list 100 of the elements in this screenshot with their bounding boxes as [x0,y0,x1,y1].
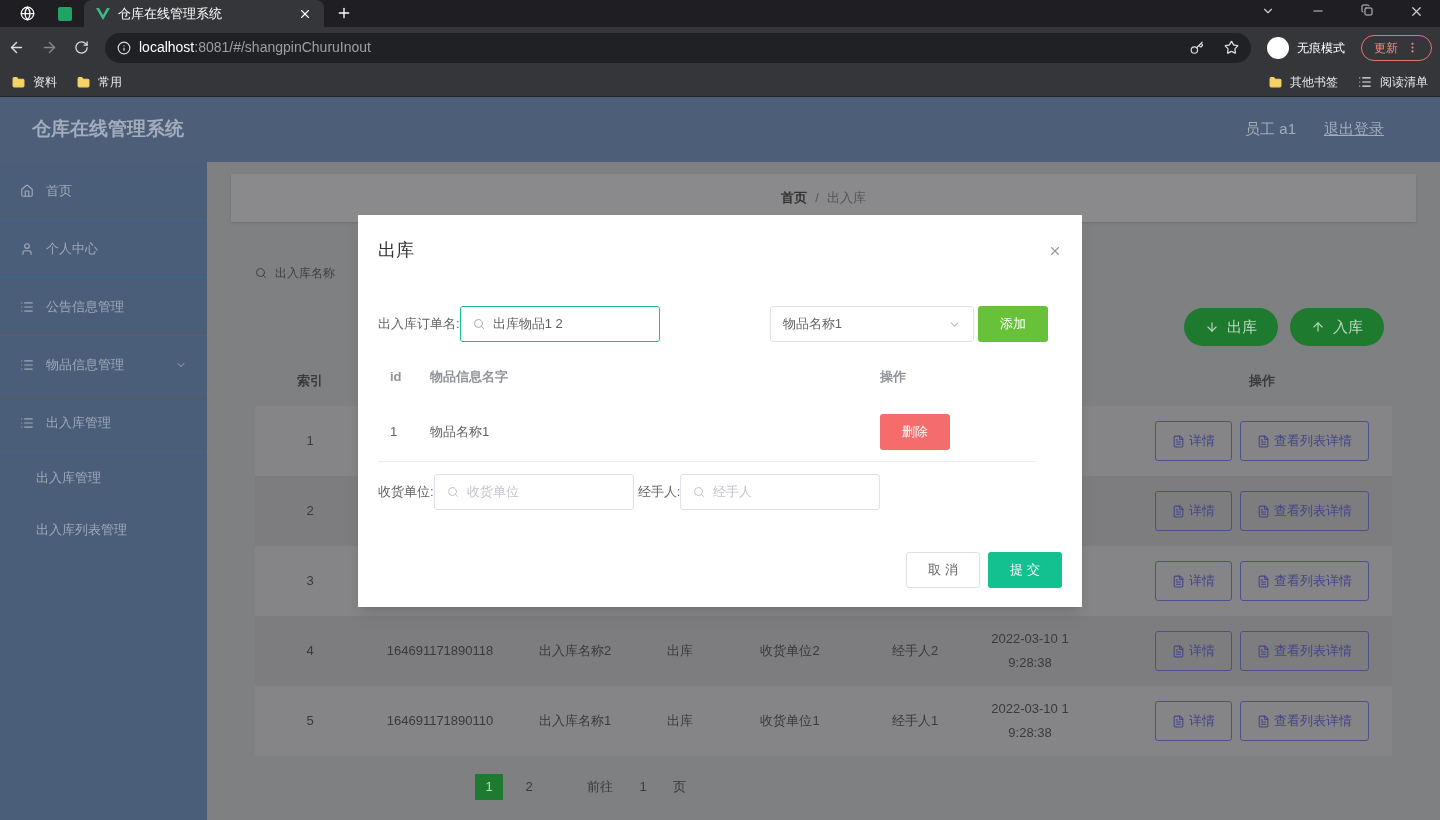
menu-item[interactable]: 物品信息管理 [0,336,207,394]
table-cell-text: 2022-03-10 19:28:38 [990,630,1070,672]
table-button[interactable]: 详情 [1155,421,1232,461]
table-cell-text: 经手人2 [890,642,940,660]
table-cell-text: 3 [305,572,315,590]
new-tab-icon[interactable] [336,5,352,21]
list-icon [20,357,34,372]
document-icon [1172,644,1185,658]
document-icon [1172,434,1185,448]
bookmark-star-icon[interactable] [1224,40,1239,55]
table-cell-text: 4 [305,642,315,660]
user-icon [20,241,34,256]
table-button[interactable]: 详情 [1155,561,1232,601]
menu-item[interactable]: 个人中心 [0,220,207,278]
search-icon [446,486,459,498]
column-header: 操作 [1248,372,1276,391]
menu-item[interactable]: 首页 [0,162,207,220]
document-icon [1257,644,1270,658]
search-icon [472,318,485,330]
globe-icon [19,6,35,21]
bookmark[interactable]: 阅读清单 [1358,73,1428,91]
bookmark[interactable]: 资料 [12,73,57,91]
forward-icon[interactable] [41,39,58,56]
key-icon[interactable] [1190,40,1204,55]
up-arrow-icon [1311,320,1325,334]
table-cell-text: 164691171890110 [385,712,495,730]
action-button[interactable]: 出库 [1184,308,1278,346]
page-button[interactable]: 1 [475,774,503,800]
back-icon[interactable] [8,39,25,56]
logout-link[interactable]: 退出登录 [1324,118,1384,141]
item-select[interactable]: 物品名称1 [769,306,974,342]
list-icon [20,415,34,430]
handler-field[interactable]: 经手人 [680,474,881,510]
receiver-field[interactable]: 收货单位 [433,474,634,510]
page-button[interactable]: 2 [515,774,543,800]
sheet-icon [58,6,72,21]
breadcrumb-separator: / [815,189,819,208]
info-icon [117,40,131,55]
table-cell-text: 2022-03-10 19:28:38 [990,700,1070,742]
table-cell-text: 2 [305,502,315,520]
column-header: id [389,368,403,387]
table-cell-text: 1 [305,432,315,450]
document-icon [1257,574,1270,588]
document-icon [1172,714,1185,728]
home-icon [20,183,34,198]
user-name: 员工 a1 [1245,119,1296,140]
table-button[interactable]: 详情 [1155,701,1232,741]
submenu-item[interactable]: 出入库管理 [0,452,207,504]
goto-label: 前往 [587,778,613,797]
table-cell-text: 164691171890118 [385,642,495,660]
document-icon [1172,504,1185,518]
delete-button[interactable]: 删除 [880,413,950,450]
cancel-button[interactable]: 取 消 [906,552,980,588]
field-label: 经手人: [637,483,681,502]
table-cell-text: 1 [389,422,399,441]
search-placeholder[interactable]: 出入库名称 [275,264,335,282]
menu-item[interactable]: 出入库管理 [0,394,207,452]
search-icon [255,267,267,279]
table-button[interactable]: 查看列表详情 [1240,701,1369,741]
search-icon [693,486,706,498]
page-unit: 页 [673,778,686,797]
document-icon [1257,714,1270,728]
table-cell-text: 出库 [666,642,694,660]
submenu-item[interactable]: 出入库列表管理 [0,504,207,556]
table-cell-text: 出库 [666,712,694,730]
document-icon [1257,504,1270,518]
app-title: 仓库在线管理系统 [32,117,184,142]
table-cell-text: 收货单位1 [759,712,821,730]
field-label: 出入库订单名: [378,315,460,334]
list-icon [20,299,34,314]
table-button[interactable]: 查看列表详情 [1240,561,1369,601]
close-icon[interactable] [1409,4,1424,19]
v-logo-icon [96,7,110,20]
field-label: 收货单位: [378,483,434,502]
table-button[interactable]: 查看列表详情 [1240,421,1369,461]
breadcrumb-item[interactable]: 首页 [781,188,808,208]
column-header: 物品信息名字 [429,368,509,387]
incognito-label: 无痕模式 [1297,39,1345,57]
menu-item[interactable]: 公告信息管理 [0,278,207,336]
order-name-field[interactable]: 出库物品1 2 [459,306,660,342]
bookmark[interactable]: 常用 [77,73,122,91]
restore-icon[interactable] [1361,4,1373,16]
bookmark[interactable]: 其他书签 [1269,73,1338,91]
add-button[interactable]: 添加 [977,306,1048,342]
document-icon [1172,574,1185,588]
table-cell-text: 出入库名称1 [537,712,613,730]
table-cell-text: 5 [305,712,315,730]
address-bar[interactable]: localhost:8081/#/shangpinChuruInout [105,32,1251,63]
reload-icon[interactable] [74,40,89,55]
down-arrow-icon [1205,320,1219,334]
document-icon [1257,434,1270,448]
table-cell-text: 收货单位2 [759,642,821,660]
column-header: 索引 [296,372,324,391]
column-header: 操作 [879,368,907,387]
browser-tab[interactable]: 仓库在线管理系统 [84,0,324,27]
page-input[interactable]: 1 [625,777,661,797]
submit-button[interactable]: 提 交 [988,552,1062,588]
url-path: :8081/#/shangpinChuruInout [194,38,371,57]
incognito-chip[interactable]: 无痕模式 [1267,36,1345,59]
action-button[interactable]: 入库 [1290,308,1384,346]
